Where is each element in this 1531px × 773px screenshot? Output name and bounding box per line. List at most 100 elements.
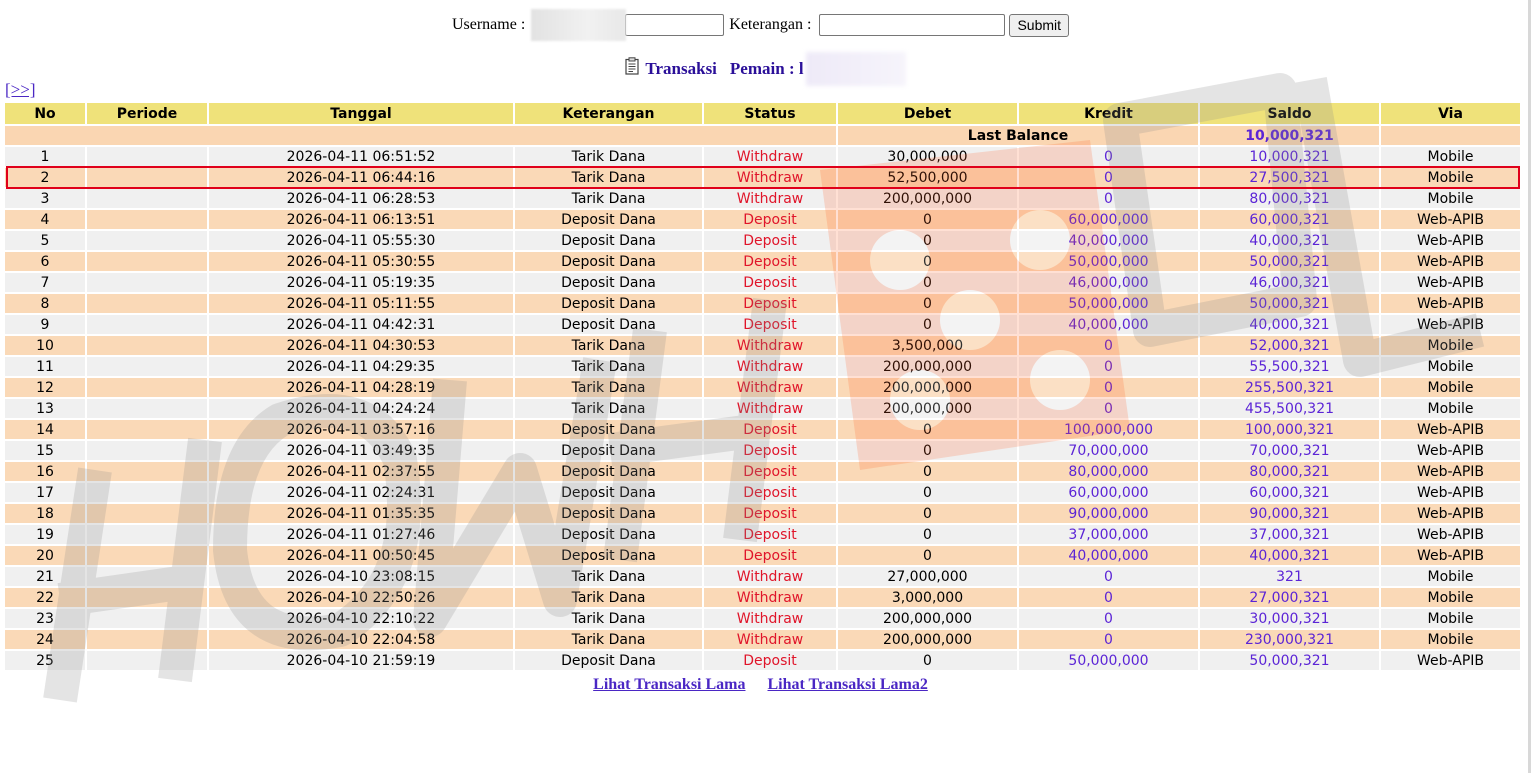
cell-debet: 200,000,000 [838, 357, 1017, 378]
cell-kredit: 46,000,000 [1019, 273, 1198, 294]
cell-kredit: 60,000,000 [1019, 483, 1198, 504]
old-transactions-link[interactable]: Lihat Transaksi Lama [593, 676, 745, 694]
cell-tanggal: 2026-04-11 06:51:52 [209, 147, 513, 168]
table-row: 14 2026-04-11 03:57:16 Deposit Dana Deposit… [5, 420, 1520, 441]
cell-saldo: 46,000,321 [1200, 273, 1379, 294]
cell-tanggal: 2026-04-11 04:24:24 [209, 399, 513, 420]
cell-periode [87, 315, 207, 336]
table-row: 3 2026-04-11 06:28:53 Tarik Dana Withdraw 20… [5, 189, 1520, 210]
cell-debet: 0 [838, 525, 1017, 546]
cell-keterangan: Tarik Dana [515, 399, 702, 420]
cell-tanggal: 2026-04-11 05:19:35 [209, 273, 513, 294]
cell-debet: 0 [838, 315, 1017, 336]
cell-saldo: 40,000,321 [1200, 315, 1379, 336]
cell-debet: 52,500,000 [838, 168, 1017, 189]
cell-keterangan: Tarik Dana [515, 189, 702, 210]
cell-tanggal: 2026-04-10 22:04:58 [209, 630, 513, 651]
cell-periode [87, 651, 207, 672]
cell-keterangan: Deposit Dana [515, 525, 702, 546]
column-header-debet: Debet [838, 103, 1017, 126]
username-input[interactable] [625, 14, 725, 36]
cell-keterangan: Tarik Dana [515, 567, 702, 588]
cell-no: 20 [5, 546, 85, 567]
cell-via: Mobile [1381, 609, 1520, 630]
cell-via: Web-APIB [1381, 504, 1520, 525]
footer-links: Lihat Transaksi Lama Lihat Transaksi Lam… [0, 676, 1521, 694]
cell-via: Web-APIB [1381, 252, 1520, 273]
cell-no: 5 [5, 231, 85, 252]
cell-kredit: 80,000,000 [1019, 462, 1198, 483]
redacted-pemain-blur [805, 52, 906, 86]
cell-debet: 200,000,000 [838, 189, 1017, 210]
cell-status: Withdraw [704, 357, 836, 378]
cell-via: Web-APIB [1381, 651, 1520, 672]
cell-keterangan: Deposit Dana [515, 273, 702, 294]
cell-kredit: 40,000,000 [1019, 315, 1198, 336]
last-balance-value: 10,000,321 [1200, 126, 1379, 147]
cell-kredit: 0 [1019, 357, 1198, 378]
cell-via: Mobile [1381, 378, 1520, 399]
cell-kredit: 0 [1019, 399, 1198, 420]
cell-via: Web-APIB [1381, 294, 1520, 315]
cell-saldo: 50,000,321 [1200, 651, 1379, 672]
cell-tanggal: 2026-04-11 06:28:53 [209, 189, 513, 210]
submit-button[interactable]: Submit [1009, 13, 1070, 37]
cell-tanggal: 2026-04-11 06:44:16 [209, 168, 513, 189]
cell-keterangan: Tarik Dana [515, 378, 702, 399]
cell-saldo: 55,500,321 [1200, 357, 1379, 378]
cell-via: Web-APIB [1381, 273, 1520, 294]
cell-tanggal: 2026-04-11 04:42:31 [209, 315, 513, 336]
cell-status: Withdraw [704, 378, 836, 399]
table-row: 18 2026-04-11 01:35:35 Deposit Dana Deposit… [5, 504, 1520, 525]
cell-no: 13 [5, 399, 85, 420]
transaction-table: No Periode Tanggal Keterangan Status Debet Kre… [3, 103, 1522, 672]
heading-transaksi: Transaksi [645, 59, 717, 78]
cell-kredit: 0 [1019, 630, 1198, 651]
cell-via: Mobile [1381, 168, 1520, 189]
cell-kredit: 0 [1019, 567, 1198, 588]
cell-status: Deposit [704, 231, 836, 252]
old-transactions-link-2[interactable]: Lihat Transaksi Lama2 [768, 676, 928, 694]
cell-via: Mobile [1381, 189, 1520, 210]
cell-no: 4 [5, 210, 85, 231]
cell-saldo: 100,000,321 [1200, 420, 1379, 441]
table-row: 19 2026-04-11 01:27:46 Deposit Dana Deposit… [5, 525, 1520, 546]
cell-no: 18 [5, 504, 85, 525]
cell-saldo: 50,000,321 [1200, 294, 1379, 315]
cell-debet: 0 [838, 273, 1017, 294]
cell-no: 19 [5, 525, 85, 546]
cell-status: Withdraw [704, 147, 836, 168]
cell-keterangan: Deposit Dana [515, 231, 702, 252]
cell-keterangan: Tarik Dana [515, 609, 702, 630]
cell-periode [87, 525, 207, 546]
cell-debet: 0 [838, 252, 1017, 273]
column-header-status: Status [704, 103, 836, 126]
search-bar: Username : Keterangan : Submit [0, 9, 1521, 41]
table-row: 5 2026-04-11 05:55:30 Deposit Dana Deposit 0… [5, 231, 1520, 252]
table-row: 9 2026-04-11 04:42:31 Deposit Dana Deposit 0… [5, 315, 1520, 336]
column-header-tanggal: Tanggal [209, 103, 513, 126]
cell-via: Web-APIB [1381, 420, 1520, 441]
cell-keterangan: Deposit Dana [515, 546, 702, 567]
cell-debet: 0 [838, 420, 1017, 441]
cell-periode [87, 462, 207, 483]
cell-keterangan: Tarik Dana [515, 357, 702, 378]
cell-status: Deposit [704, 420, 836, 441]
cell-status: Deposit [704, 651, 836, 672]
cell-tanggal: 2026-04-11 04:29:35 [209, 357, 513, 378]
last-balance-spacer [5, 126, 836, 147]
cell-debet: 200,000,000 [838, 609, 1017, 630]
cell-saldo: 230,000,321 [1200, 630, 1379, 651]
table-row: 12 2026-04-11 04:28:19 Tarik Dana Withdraw 2… [5, 378, 1520, 399]
keterangan-input[interactable] [819, 14, 1006, 36]
cell-via: Web-APIB [1381, 483, 1520, 504]
cell-debet: 200,000,000 [838, 378, 1017, 399]
cell-debet: 0 [838, 504, 1017, 525]
redacted-username-blur [531, 9, 627, 41]
cell-status: Deposit [704, 273, 836, 294]
next-page-link[interactable]: [>>] [5, 80, 36, 100]
table-row: 10 2026-04-11 04:30:53 Tarik Dana Withdraw 3… [5, 336, 1520, 357]
cell-kredit: 40,000,000 [1019, 546, 1198, 567]
cell-saldo: 60,000,321 [1200, 483, 1379, 504]
cell-tanggal: 2026-04-10 22:10:22 [209, 609, 513, 630]
